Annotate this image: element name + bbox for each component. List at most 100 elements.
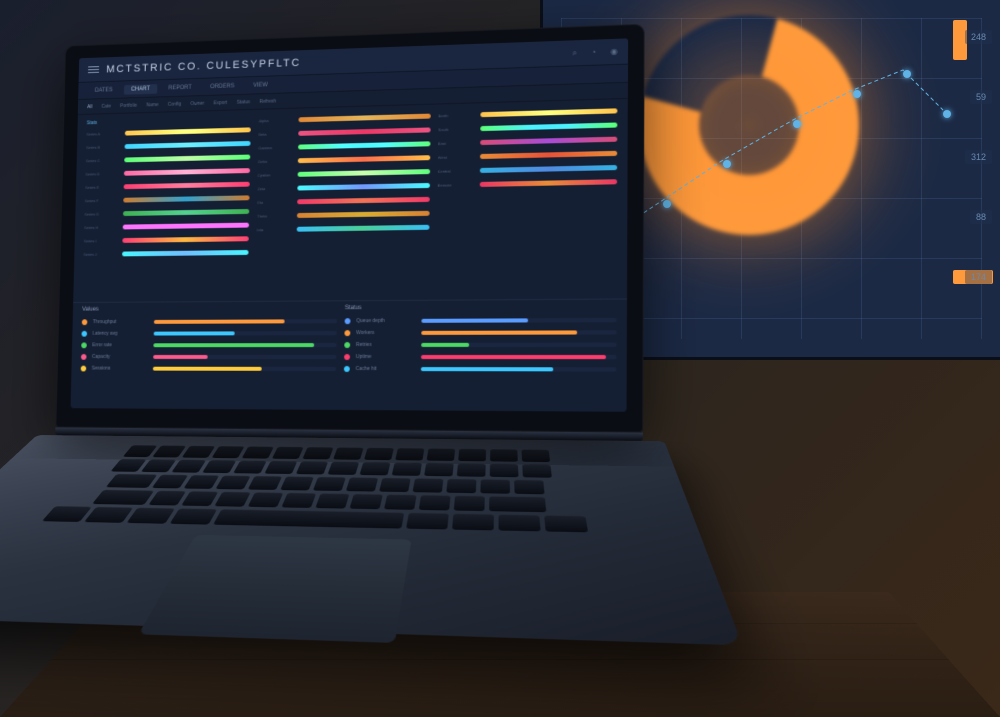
key[interactable]	[544, 515, 588, 532]
key[interactable]	[499, 514, 541, 531]
key[interactable]	[302, 447, 333, 459]
key[interactable]	[106, 474, 158, 488]
list-item[interactable]: Latency avg	[81, 327, 336, 339]
key[interactable]	[182, 446, 215, 458]
key[interactable]	[264, 461, 297, 474]
filter-export[interactable]: Export	[214, 100, 228, 106]
key[interactable]	[148, 491, 186, 506]
key[interactable]	[395, 448, 424, 460]
key[interactable]	[514, 480, 544, 495]
key[interactable]	[184, 475, 220, 489]
spark-row[interactable]: East	[438, 134, 617, 149]
key[interactable]	[313, 477, 346, 491]
search-icon[interactable]: ⌕	[572, 48, 577, 58]
list-item[interactable]: Capacity	[81, 351, 337, 363]
key[interactable]	[214, 492, 250, 507]
key[interactable]	[384, 494, 417, 509]
key[interactable]	[457, 463, 486, 477]
key[interactable]	[272, 447, 304, 459]
key[interactable]	[349, 494, 382, 509]
key[interactable]	[392, 462, 422, 475]
key[interactable]	[328, 462, 360, 475]
spark-row[interactable]: Series G	[84, 206, 249, 219]
key[interactable]	[490, 464, 519, 478]
key[interactable]	[521, 449, 550, 462]
spark-row[interactable]: Series E	[85, 179, 250, 193]
spark-row[interactable]: Beta	[258, 124, 430, 139]
tab-dates[interactable]: DATES	[87, 85, 120, 96]
key[interactable]	[233, 461, 267, 474]
key[interactable]	[315, 493, 349, 508]
key[interactable]	[419, 495, 451, 511]
key[interactable]	[427, 448, 456, 461]
key[interactable]	[152, 475, 188, 489]
list-item[interactable]: Uptime	[344, 351, 616, 363]
filter-config[interactable]: Config	[168, 101, 182, 107]
key[interactable]	[141, 459, 176, 472]
spark-row[interactable]: Iota	[257, 222, 429, 235]
spark-row[interactable]: Series C	[86, 152, 251, 166]
trackpad[interactable]	[138, 535, 411, 643]
key[interactable]	[215, 475, 250, 489]
spark-row[interactable]: Central	[438, 162, 618, 177]
key[interactable]	[346, 477, 378, 491]
spark-row[interactable]: Remote	[437, 176, 617, 191]
spark-row[interactable]: Alpha	[259, 111, 431, 127]
spark-row[interactable]: Series J	[83, 247, 249, 260]
keyboard[interactable]	[0, 444, 649, 533]
key[interactable]	[213, 509, 404, 528]
list-item[interactable]: Sessions	[81, 363, 337, 375]
spark-row[interactable]: Series F	[85, 192, 250, 206]
tab-report[interactable]: REPORT	[161, 82, 199, 93]
key[interactable]	[458, 449, 486, 462]
spark-row[interactable]: West	[438, 148, 617, 163]
filter-portfolio[interactable]: Portfolio	[120, 102, 137, 108]
filter-owner[interactable]: Owner	[190, 100, 204, 106]
spark-row[interactable]: Theta	[257, 208, 429, 222]
key[interactable]	[522, 464, 552, 478]
key[interactable]	[212, 446, 245, 458]
list-item[interactable]: Queue depth	[345, 314, 617, 327]
list-item[interactable]: Workers	[344, 326, 616, 339]
key[interactable]	[413, 478, 444, 492]
key[interactable]	[248, 476, 282, 490]
menu-icon[interactable]	[88, 66, 99, 73]
key[interactable]	[360, 462, 391, 475]
key[interactable]	[333, 447, 363, 459]
spark-row[interactable]: Eta	[257, 194, 429, 208]
filter-refresh[interactable]: Refresh	[259, 98, 276, 104]
spark-row[interactable]: Zeta	[257, 180, 429, 194]
spark-row[interactable]: North	[438, 105, 617, 121]
tab-view[interactable]: VIEW	[246, 80, 276, 91]
spark-row[interactable]: Series A	[86, 124, 251, 139]
key[interactable]	[84, 507, 133, 523]
key[interactable]	[489, 496, 546, 512]
key[interactable]	[280, 476, 314, 490]
spark-row[interactable]: Delta	[258, 152, 430, 167]
bell-icon[interactable]: ◔	[591, 47, 596, 57]
spark-row[interactable]: Series I	[84, 233, 249, 246]
key[interactable]	[181, 491, 218, 506]
list-item[interactable]: Retries	[344, 339, 616, 351]
filter-all[interactable]: All	[87, 104, 92, 110]
list-item[interactable]: Error rate	[81, 339, 336, 351]
spark-row[interactable]: Series D	[85, 165, 250, 179]
tab-chart[interactable]: CHART	[124, 84, 158, 95]
key[interactable]	[170, 508, 218, 524]
key[interactable]	[446, 479, 476, 493]
key[interactable]	[152, 445, 186, 457]
key[interactable]	[490, 449, 518, 462]
filter-status[interactable]: Status	[237, 99, 251, 105]
tab-orders[interactable]: ORDERS	[203, 81, 242, 92]
spark-row[interactable]: Gamma	[258, 138, 430, 153]
key[interactable]	[248, 492, 284, 507]
key[interactable]	[202, 460, 236, 473]
list-item[interactable]: Cache hit	[344, 363, 616, 376]
user-icon[interactable]: ◉	[610, 46, 617, 56]
list-item[interactable]: Throughput	[82, 315, 337, 328]
key[interactable]	[406, 513, 449, 530]
key[interactable]	[379, 478, 411, 492]
key[interactable]	[92, 490, 154, 505]
key[interactable]	[364, 448, 394, 460]
key[interactable]	[171, 460, 206, 473]
